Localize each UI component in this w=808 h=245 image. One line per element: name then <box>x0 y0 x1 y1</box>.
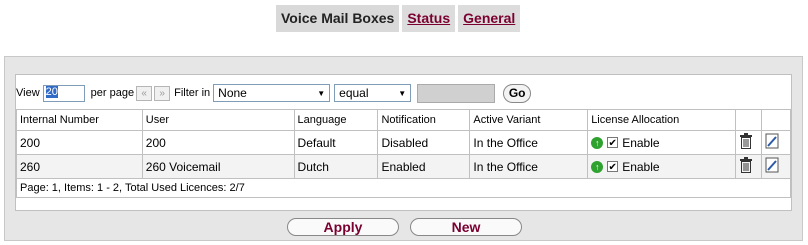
pagination-summary: Page: 1, Items: 1 - 2, Total Used Licenc… <box>16 178 791 198</box>
filter-field-value: None <box>218 86 247 100</box>
enable-label: Enable <box>622 159 660 174</box>
next-page-button[interactable]: » <box>154 85 171 101</box>
cell-internal-number: 260 <box>16 154 143 179</box>
filter-value-input[interactable] <box>417 83 496 103</box>
cell-notification: Disabled <box>377 130 471 155</box>
filter-bar: View 20 per page « » Filter in None ▼ eq… <box>16 82 532 104</box>
trash-icon[interactable] <box>739 157 753 173</box>
cell-active-variant: In the Office <box>469 154 589 179</box>
apply-button[interactable]: Apply <box>287 218 399 236</box>
tab-general[interactable]: General <box>458 5 521 32</box>
filter-field-select[interactable]: None ▼ <box>213 84 331 102</box>
tab-voice-mail-boxes[interactable]: Voice Mail Boxes <box>276 5 400 32</box>
arrow-up-icon[interactable]: ↑ <box>591 136 604 149</box>
cell-language: Default <box>293 130 379 155</box>
chevron-down-icon: ▼ <box>398 88 407 98</box>
header-notification[interactable]: Notification <box>377 109 471 131</box>
cell-edit <box>760 154 792 179</box>
table-footer: Page: 1, Items: 1 - 2, Total Used Licenc… <box>16 178 791 198</box>
tab-bar: Voice Mail Boxes Status General <box>276 5 521 32</box>
edit-icon[interactable] <box>765 157 779 173</box>
chevron-down-icon: ▼ <box>317 88 326 98</box>
cell-delete <box>735 130 762 155</box>
table-header: Internal Number User Language Notificati… <box>16 109 792 131</box>
cell-edit <box>760 130 792 155</box>
cell-user: 200 <box>141 130 295 155</box>
enable-checkbox[interactable]: ✔ <box>607 161 619 173</box>
per-page-label: per page <box>90 87 135 99</box>
view-label: View <box>16 87 40 99</box>
cell-license: ↑ ✔ Enable <box>587 154 736 179</box>
prev-page-button[interactable]: « <box>136 85 153 101</box>
header-license-allocation[interactable]: License Allocation <box>587 109 736 131</box>
table-row: 260 260 Voicemail Dutch Enabled In the O… <box>16 154 792 179</box>
cell-notification: Enabled <box>377 154 471 179</box>
enable-label: Enable <box>622 135 660 150</box>
header-delete <box>735 109 762 131</box>
new-button[interactable]: New <box>410 218 522 236</box>
tab-status[interactable]: Status <box>402 5 456 32</box>
header-language[interactable]: Language <box>293 109 379 131</box>
table-row: 200 200 Default Disabled In the Office ↑… <box>16 130 792 155</box>
operator-select[interactable]: equal ▼ <box>334 84 412 102</box>
trash-icon[interactable] <box>739 133 753 149</box>
header-user[interactable]: User <box>141 109 295 131</box>
operator-value: equal <box>339 86 369 100</box>
cell-license: ↑ ✔ Enable <box>587 130 736 155</box>
enable-checkbox[interactable]: ✔ <box>607 137 619 149</box>
filter-in-label: Filter in <box>174 87 211 99</box>
voice-mail-table: Internal Number User Language Notificati… <box>16 109 792 198</box>
arrow-up-icon[interactable]: ↑ <box>591 160 604 173</box>
cell-delete <box>735 154 762 179</box>
header-edit <box>760 109 792 131</box>
header-internal-number[interactable]: Internal Number <box>16 109 143 131</box>
cell-language: Dutch <box>293 154 379 179</box>
edit-icon[interactable] <box>765 133 779 149</box>
view-count-value: 20 <box>45 85 58 98</box>
cell-user: 260 Voicemail <box>141 154 295 179</box>
go-button[interactable]: Go <box>503 83 532 103</box>
cell-internal-number: 200 <box>16 130 143 155</box>
header-active-variant[interactable]: Active Variant <box>469 109 589 131</box>
cell-active-variant: In the Office <box>469 130 589 155</box>
view-count-input[interactable]: 20 <box>42 84 85 102</box>
